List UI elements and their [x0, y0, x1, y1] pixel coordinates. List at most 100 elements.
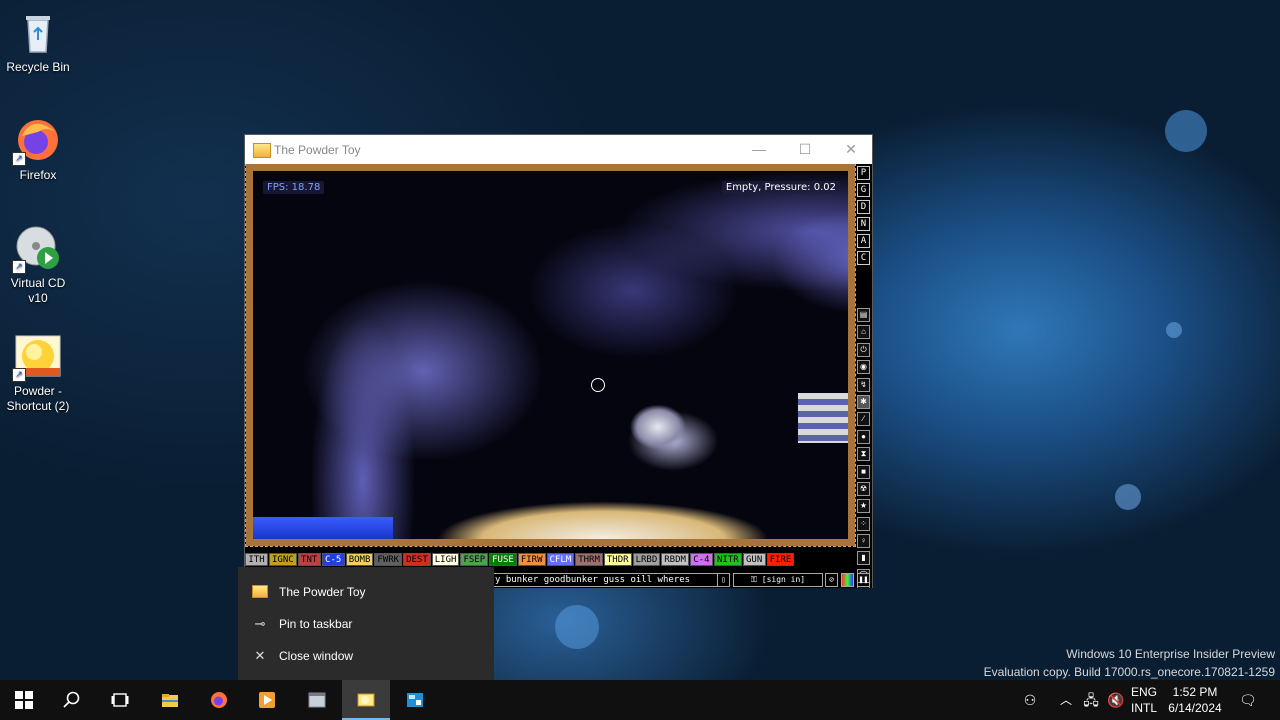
shortcut-arrow-icon: ↗ [12, 260, 26, 274]
background-bokeh [1115, 484, 1141, 510]
taskbar-screenshot[interactable] [391, 680, 439, 720]
element-button-gun[interactable]: GUN [742, 553, 766, 566]
clock[interactable]: 1:52 PM 6/14/2024 [1160, 684, 1230, 716]
game-area[interactable]: FPS: 18.78 Empty, Pressure: 0.02 P G D N… [245, 164, 872, 588]
show-hidden-icons-chevron-icon[interactable]: ︿ [1058, 692, 1074, 708]
category-solids-icon[interactable]: ■ [857, 464, 870, 479]
shortcut-arrow-icon: ↗ [12, 152, 26, 166]
element-button-firw[interactable]: FIRW [517, 553, 546, 566]
category-walls-icon[interactable]: ▤ [857, 308, 870, 322]
taskbar-app[interactable] [293, 680, 341, 720]
category-sensors-icon[interactable]: ◉ [857, 360, 870, 375]
element-button-ith[interactable]: ITH [245, 553, 268, 566]
brush-cursor [591, 378, 605, 392]
window-titlebar[interactable]: The Powder Toy — ☐ ✕ [245, 135, 872, 164]
jump-list-item-pin[interactable]: ⊸ Pin to taskbar [238, 608, 494, 640]
category-gases-icon[interactable]: ∕ [857, 412, 870, 427]
category-force-icon[interactable]: ↯ [857, 377, 870, 392]
element-button-c-5[interactable]: C-5 [321, 553, 345, 566]
clear-sim-icon[interactable]: ⊘ [825, 573, 838, 587]
element-button-fire[interactable]: FIRE [766, 553, 795, 566]
action-center-icon[interactable]: 🗨 [1239, 692, 1257, 708]
category-powders-icon[interactable]: ⧗ [857, 447, 870, 462]
sign-in-button[interactable]: ⚿ [sign in] [733, 573, 823, 587]
side-button-g[interactable]: G [857, 183, 870, 197]
people-icon[interactable]: ⚇ [1022, 692, 1038, 708]
element-button-thdr[interactable]: THDR [603, 553, 632, 566]
volume-muted-icon[interactable]: 🔇 [1107, 692, 1124, 708]
language-code: ENG [1130, 685, 1157, 699]
jump-list-item-close[interactable]: ✕ Close window [238, 640, 494, 672]
side-menu: P G D N A C ▤ ⌂ ⏻ ◉ ↯ ✱ ∕ ● ⧗ ■ ☢ ★ ⁘ ♀ … [857, 166, 870, 588]
element-button-nitr[interactable]: NITR [713, 553, 742, 566]
element-button-fsep[interactable]: FSEP [460, 553, 489, 566]
background-bokeh [1166, 322, 1182, 338]
taskbar-file-explorer[interactable] [146, 680, 194, 720]
taskbar-virtual-cd[interactable] [243, 680, 291, 720]
bunker-structure [623, 399, 693, 454]
element-button-bomb[interactable]: BOMB [345, 553, 374, 566]
simulation-canvas[interactable]: FPS: 18.78 Empty, Pressure: 0.02 [245, 164, 856, 547]
sand-particles [393, 489, 813, 539]
side-button-p[interactable]: P [857, 166, 870, 180]
bunker-structure [798, 393, 848, 443]
powder-toy-icon [252, 585, 268, 599]
media-player-icon [259, 692, 275, 708]
task-view-button[interactable] [96, 680, 144, 720]
element-button-c-4[interactable]: C-4 [689, 553, 713, 566]
desktop-icon-recycle-bin[interactable]: Recycle Bin [0, 8, 76, 75]
jump-list-label: The Powder Toy [279, 585, 366, 599]
category-liquids-icon[interactable]: ● [857, 429, 870, 444]
element-button-dest[interactable]: DEST [403, 553, 431, 566]
category-favorites-icon[interactable]: ▮ [857, 551, 870, 566]
virtual-cd-icon: ↗ [12, 224, 62, 274]
category-electronics-icon[interactable]: ⌂ [857, 325, 870, 340]
side-button-a[interactable]: A [857, 234, 870, 248]
element-button-cflm[interactable]: CFLM [546, 553, 575, 566]
desktop-icon-firefox[interactable]: ↗ Firefox [0, 116, 76, 183]
taskbar-powder-toy[interactable] [342, 680, 390, 720]
element-button-rbdm[interactable]: RBDM [661, 553, 689, 566]
input-language[interactable]: ENG INTL [1128, 684, 1160, 716]
pause-icon[interactable]: ❚❚ [857, 573, 870, 587]
powder-toy-window[interactable]: The Powder Toy — ☐ ✕ FPS: 18.78 Empty, P… [244, 134, 873, 588]
close-button[interactable]: ✕ [828, 135, 874, 164]
desktop-icon-label: Firefox [19, 168, 57, 182]
taskbar-jump-list: The Powder Toy ⊸ Pin to taskbar ✕ Close … [238, 567, 494, 680]
desktop-icon-powder-shortcut[interactable]: ↗ Powder - Shortcut (2) [0, 332, 76, 414]
network-icon[interactable]: 🖧 [1083, 692, 1099, 708]
side-button-c[interactable]: C [857, 251, 870, 265]
side-button-d[interactable]: D [857, 200, 870, 214]
side-button-n[interactable]: N [857, 217, 870, 231]
category-powered-icon[interactable]: ⏻ [857, 342, 870, 357]
maximize-button[interactable]: ☐ [782, 135, 828, 164]
jump-list-item-app[interactable]: The Powder Toy [238, 576, 494, 608]
desktop-icon-label: Recycle Bin [6, 60, 70, 74]
pressure-readout: Empty, Pressure: 0.02 [721, 181, 840, 194]
element-button-ignc[interactable]: IGNC [269, 553, 297, 566]
save-icon[interactable]: ▯ [717, 573, 730, 587]
element-button-fuse[interactable]: FUSE [489, 553, 517, 566]
task-view-icon [111, 693, 129, 707]
save-tags-field[interactable]: y bunker goodbunker guss oill wheres [491, 573, 718, 587]
element-button-fwrk[interactable]: FWRK [374, 553, 403, 566]
keyboard-layout: INTL [1130, 701, 1157, 715]
taskbar-firefox[interactable] [195, 680, 243, 720]
start-button[interactable] [0, 680, 48, 720]
windows-watermark: Windows 10 Enterprise Insider Preview Ev… [984, 645, 1275, 681]
category-life-icon[interactable]: ⁘ [857, 516, 870, 531]
category-tools-icon[interactable]: ♀ [857, 534, 870, 549]
minimize-button[interactable]: — [736, 135, 782, 164]
element-button-ligh[interactable]: LIGH [431, 553, 460, 566]
category-explosives-icon[interactable]: ✱ [857, 394, 870, 409]
element-button-thrm[interactable]: THRM [575, 553, 603, 566]
desktop-icon-virtual-cd[interactable]: ↗ Virtual CD v10 [0, 224, 76, 306]
search-button[interactable] [48, 680, 96, 720]
watermark-line: Evaluation copy. Build 17000.rs_onecore.… [983, 665, 1275, 679]
element-button-lrbd[interactable]: LRBD [632, 553, 661, 566]
category-radioactive-icon[interactable]: ☢ [857, 481, 870, 496]
category-special-icon[interactable]: ★ [857, 499, 870, 514]
element-palette: ITH IGNC TNT C-5 BOMB FWRK DEST LIGH FSEP FUSE FIR… [245, 549, 795, 566]
render-options-icon[interactable] [841, 573, 854, 587]
element-button-tnt[interactable]: TNT [297, 553, 321, 566]
